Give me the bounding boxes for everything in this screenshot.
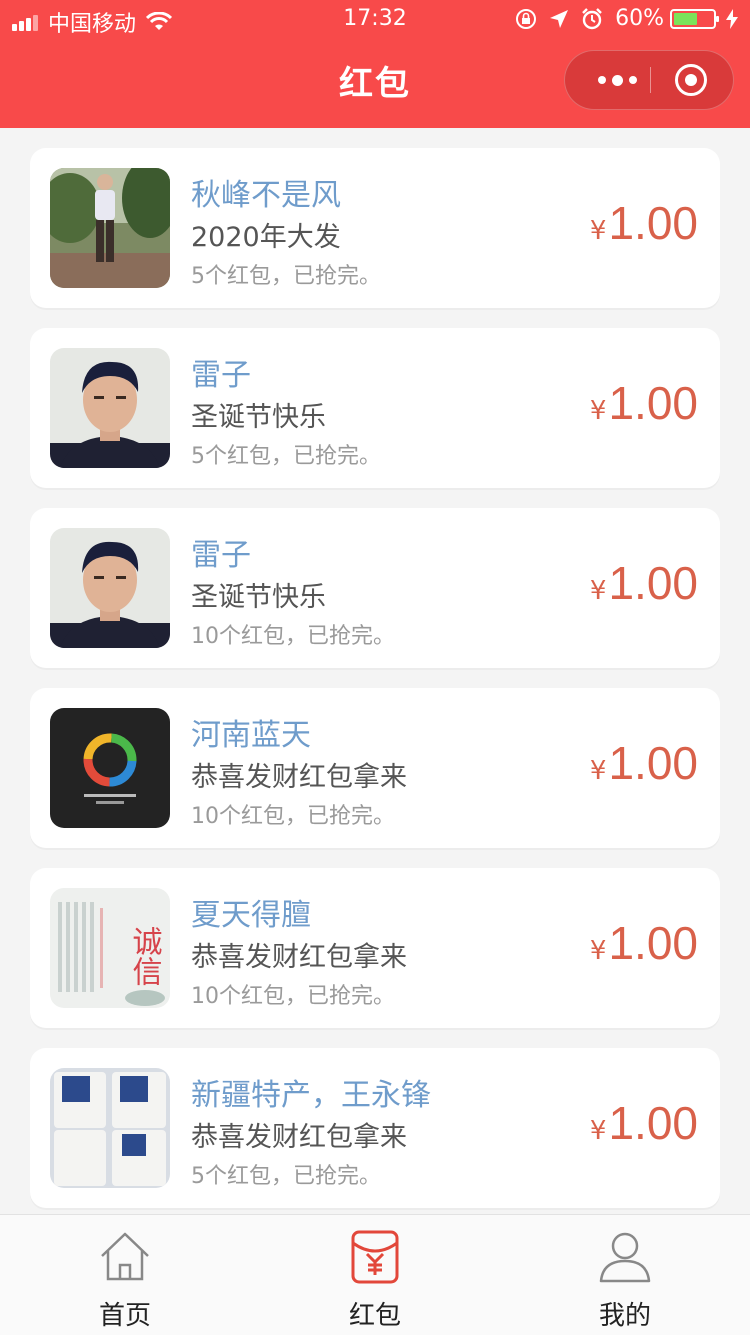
tab-label: 首页 xyxy=(98,1301,151,1331)
currency-symbol: ¥ xyxy=(589,936,607,966)
location-icon xyxy=(549,9,569,29)
packet-count: 5个红包，已抢完。 xyxy=(191,444,381,469)
list-item[interactable]: 秋峰不是风 2020年大发 5个红包，已抢完。 ¥ 1.00 xyxy=(30,148,720,308)
tab-home[interactable]: 首页 xyxy=(0,1215,250,1335)
charging-icon xyxy=(726,8,738,29)
amount: ¥ 1.00 xyxy=(590,196,698,250)
tab-red-packet[interactable]: 红包 xyxy=(250,1215,500,1335)
sender-name: 新疆特产，王永锋 xyxy=(191,1078,431,1113)
amount-value: 1.00 xyxy=(608,197,698,249)
amount: ¥ 1.00 xyxy=(590,376,698,430)
red-packet-icon xyxy=(351,1230,399,1284)
avatar: 诚信 xyxy=(50,888,170,1008)
tab-profile[interactable]: 我的 xyxy=(500,1215,750,1335)
amount-value: 1.00 xyxy=(608,1097,698,1149)
blessing-message: 2020年大发 xyxy=(191,222,341,253)
amount: ¥ 1.00 xyxy=(590,1096,698,1150)
packet-count: 10个红包，已抢完。 xyxy=(191,804,395,829)
battery-icon xyxy=(670,8,719,29)
more-icon[interactable] xyxy=(585,51,649,109)
sender-name: 雷子 xyxy=(191,538,251,573)
alarm-icon xyxy=(581,7,603,30)
mini-program-capsule xyxy=(564,50,734,110)
home-icon xyxy=(101,1232,149,1281)
list-item[interactable]: 新疆特产，王永锋 恭喜发财红包拿来 5个红包，已抢完。 ¥ 1.00 xyxy=(30,1048,720,1208)
amount-value: 1.00 xyxy=(608,737,698,789)
amount-value: 1.00 xyxy=(608,377,698,429)
list-item[interactable]: 河南蓝天 恭喜发财红包拿来 10个红包，已抢完。 ¥ 1.00 xyxy=(30,688,720,848)
currency-symbol: ¥ xyxy=(589,216,607,246)
tab-label: 我的 xyxy=(598,1301,651,1331)
amount: ¥ 1.00 xyxy=(590,916,698,970)
avatar xyxy=(50,708,170,828)
currency-symbol: ¥ xyxy=(589,576,607,606)
packet-count: 10个红包，已抢完。 xyxy=(191,984,395,1009)
blessing-message: 恭喜发财红包拿来 xyxy=(191,942,407,973)
currency-symbol: ¥ xyxy=(589,1116,607,1146)
avatar xyxy=(50,168,170,288)
list-item[interactable]: 雷子 圣诞节快乐 10个红包，已抢完。 ¥ 1.00 xyxy=(30,508,720,668)
tab-label: 红包 xyxy=(348,1301,401,1331)
user-icon xyxy=(599,1232,651,1283)
amount: ¥ 1.00 xyxy=(590,736,698,790)
list-item[interactable]: 诚信 夏天得膻 恭喜发财红包拿来 10个红包，已抢完。 ¥ 1.00 xyxy=(30,868,720,1028)
currency-symbol: ¥ xyxy=(589,756,607,786)
sender-name: 夏天得膻 xyxy=(191,898,311,933)
header: 中国移动 17:32 60% 红包 xyxy=(0,0,750,128)
amount: ¥ 1.00 xyxy=(590,556,698,610)
packet-count: 10个红包，已抢完。 xyxy=(191,624,395,649)
calligraphy-text: 诚信 xyxy=(127,926,163,986)
capsule-divider xyxy=(650,67,651,93)
close-mini-program-icon[interactable] xyxy=(675,64,707,96)
blessing-message: 恭喜发财红包拿来 xyxy=(191,762,407,793)
amount-value: 1.00 xyxy=(608,557,698,609)
battery-percent: 60% xyxy=(615,6,664,31)
packet-count: 5个红包，已抢完。 xyxy=(191,1164,381,1189)
avatar xyxy=(50,348,170,468)
blessing-message: 恭喜发财红包拿来 xyxy=(191,1122,407,1153)
sender-name: 雷子 xyxy=(191,358,251,393)
sender-name: 河南蓝天 xyxy=(191,718,311,753)
tab-bar: 首页 红包 我的 xyxy=(0,1214,750,1335)
blessing-message: 圣诞节快乐 xyxy=(191,402,326,433)
list-item[interactable]: 雷子 圣诞节快乐 5个红包，已抢完。 ¥ 1.00 xyxy=(30,328,720,488)
avatar xyxy=(50,528,170,648)
packet-count: 5个红包，已抢完。 xyxy=(191,264,381,289)
red-packet-list: 秋峰不是风 2020年大发 5个红包，已抢完。 ¥ 1.00 雷子 圣诞节快乐 … xyxy=(30,148,720,1228)
avatar xyxy=(50,1068,170,1188)
rotation-lock-icon xyxy=(515,8,537,30)
amount-value: 1.00 xyxy=(608,917,698,969)
blessing-message: 圣诞节快乐 xyxy=(191,582,326,613)
sender-name: 秋峰不是风 xyxy=(191,178,341,213)
currency-symbol: ¥ xyxy=(589,396,607,426)
status-bar: 中国移动 17:32 60% xyxy=(0,0,750,40)
